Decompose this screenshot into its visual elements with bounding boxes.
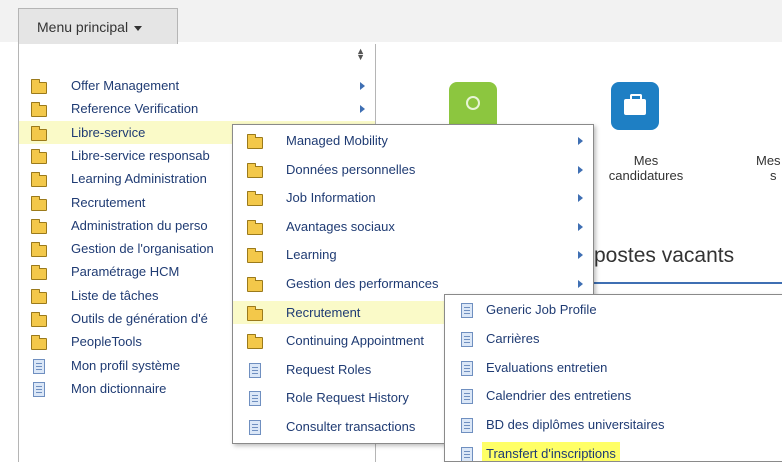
menu-item-label: PeopleTools [71, 334, 142, 350]
menu-item-label: BD des diplômes universitaires [486, 417, 665, 433]
document-icon [461, 360, 473, 376]
menu-item-label: Gestion de l'organisation [71, 241, 214, 257]
menu-item-label: Outils de génération d'é [71, 311, 208, 326]
document-icon [461, 418, 473, 434]
menu-item-gestion-des-performances[interactable]: Gestion des performances [233, 272, 593, 295]
menu-item-label: Liste de tâches [71, 287, 159, 303]
menu-item-label: Paramétrage HCM [71, 264, 180, 280]
folder-icon [247, 277, 263, 292]
folder-icon [247, 219, 263, 235]
chevron-right-icon [578, 165, 583, 174]
folder-icon [31, 125, 47, 141]
submenu-recrutement: Generic Job Profile Carrières Evaluations … [444, 294, 782, 462]
document-icon [249, 420, 261, 435]
chevron-right-icon [578, 251, 583, 260]
menu-item-label: Learning [286, 247, 337, 263]
document-icon [249, 391, 261, 407]
menu-item-donn-es-personnelles[interactable]: Données personnelles [233, 158, 593, 181]
menu-item-label: Learning Administration [71, 171, 207, 187]
folder-icon [31, 288, 47, 304]
caret-down-icon [134, 25, 143, 31]
menu-item-label: Request Roles [286, 361, 372, 377]
scroll-up-down-icon[interactable]: ▲ ▼ [356, 47, 365, 62]
folder-icon [31, 102, 47, 118]
menu-item-offer-management[interactable]: Offer Management [19, 74, 375, 97]
folder-icon [247, 134, 263, 149]
menu-item-label: Libre-service [71, 124, 146, 140]
folder-icon [31, 172, 47, 188]
menu-item-label: Offer Management [71, 78, 180, 93]
menu-item-label: Recrutement [286, 304, 361, 320]
folder-icon [31, 312, 47, 327]
menu-item-label: Job Information [286, 190, 376, 206]
folder-icon [31, 265, 47, 281]
menu-item-label: Libre-service responsab [71, 147, 210, 163]
chevron-right-icon [360, 105, 365, 114]
menu-item-label: Consulter transactions [286, 419, 416, 434]
document-icon [461, 303, 473, 318]
menu-item-label: Mon profil système [71, 357, 181, 373]
menu-item-label: Transfert d'inscriptions [482, 442, 620, 461]
folder-icon [247, 162, 263, 178]
menu-item-label: Avantages sociaux [286, 218, 395, 234]
folder-icon [247, 248, 263, 264]
document-icon [249, 362, 261, 378]
menu-item-label: Mon dictionnaire [71, 380, 167, 396]
document-icon [461, 331, 473, 347]
menu-item-label: Generic Job Profile [486, 302, 597, 317]
folder-icon [247, 334, 263, 350]
folder-icon [31, 242, 47, 258]
menu-item-label: Continuing Appointment [286, 333, 425, 349]
chevron-right-icon [578, 280, 583, 288]
folder-icon [31, 335, 47, 351]
menu-item-label: Gestion des performances [286, 276, 439, 291]
menu-item-label: Données personnelles [286, 161, 416, 177]
folder-icon [247, 305, 263, 321]
menu-item-avantages-sociaux[interactable]: Avantages sociaux [233, 215, 593, 238]
document-icon [33, 381, 45, 397]
menu-item-job-information[interactable]: Job Information [233, 186, 593, 209]
main-menu-button[interactable]: Menu principal [18, 8, 178, 44]
chevron-right-icon [578, 194, 583, 203]
folder-icon [31, 148, 47, 164]
tile-partial-label[interactable]: Mes s [756, 153, 782, 183]
tile-mes-candidatures-label[interactable]: Mes candidatures [596, 153, 696, 183]
document-icon [461, 447, 473, 461]
menu-item-label: Managed Mobility [286, 133, 388, 148]
menu-item-transfert-d-inscriptions[interactable]: Transfert d'inscriptions [445, 442, 782, 461]
chevron-right-icon [360, 82, 365, 90]
menu-item-label: Carrières [486, 330, 540, 346]
menu-item-label: Administration du perso [71, 217, 208, 233]
menu-item-calendrier-des-entretiens[interactable]: Calendrier des entretiens [445, 384, 782, 407]
folder-icon [247, 191, 263, 207]
chevron-right-icon [578, 137, 583, 145]
briefcase-icon [624, 94, 646, 115]
folder-icon [31, 218, 47, 234]
heading-underline [592, 282, 782, 284]
menu-item-generic-job-profile[interactable]: Generic Job Profile [445, 298, 782, 321]
menu-item-label: Recrutement [71, 194, 146, 210]
section-heading: postes vacants [594, 244, 735, 267]
menu-item-label: Calendrier des entretiens [486, 388, 632, 404]
menu-item-evaluations-entretien[interactable]: Evaluations entretien [445, 356, 782, 379]
menu-item-label: Reference Verification [71, 101, 199, 117]
main-menu-button-label: Menu principal [37, 19, 129, 35]
menu-item-label: Role Request History [286, 390, 409, 406]
menu-item-label: Evaluations entretien [486, 359, 608, 375]
menu-item-learning[interactable]: Learning [233, 243, 593, 266]
folder-icon [31, 195, 47, 211]
document-icon [461, 389, 473, 405]
person-icon [466, 96, 480, 110]
menu-item-carri-res[interactable]: Carrières [445, 327, 782, 350]
menu-item-managed-mobility[interactable]: Managed Mobility [233, 129, 593, 152]
chevron-right-icon [578, 222, 583, 231]
document-icon [33, 358, 45, 374]
menu-item-bd-des-dipl-mes-universitaires[interactable]: BD des diplômes universitaires [445, 413, 782, 436]
menu-item-reference-verification[interactable]: Reference Verification [19, 97, 375, 120]
folder-icon [31, 79, 47, 94]
